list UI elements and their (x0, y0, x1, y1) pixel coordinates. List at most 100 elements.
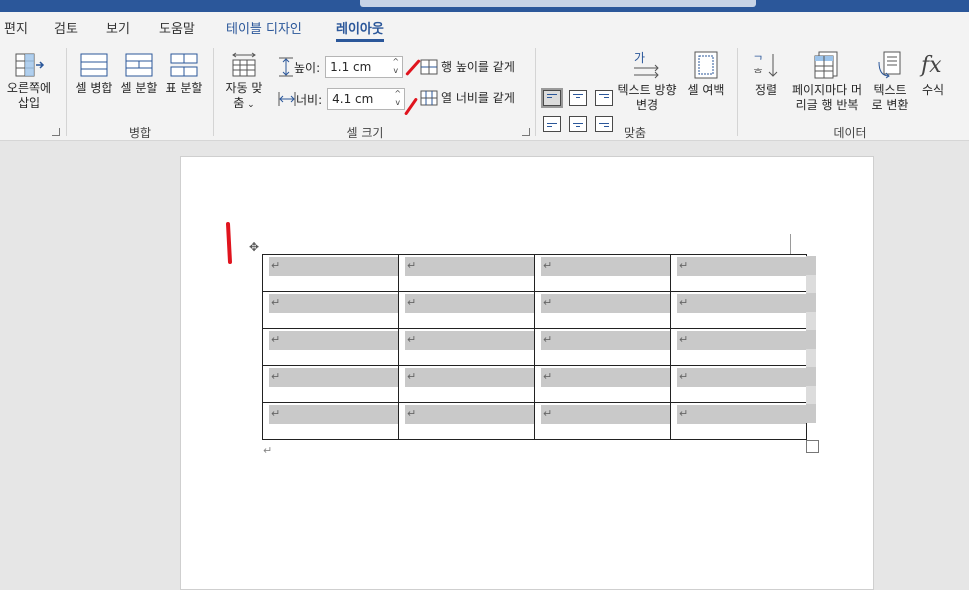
cell-size-launcher-icon[interactable] (522, 128, 530, 136)
column-width-icon (278, 92, 296, 106)
row-end-mark (806, 404, 816, 423)
table-cell[interactable]: ↵ (262, 254, 399, 292)
autofit-button[interactable]: 자동 맞 춤 ⌄ (221, 52, 267, 113)
table-cell[interactable]: ↵ (398, 254, 535, 292)
paragraph-mark-icon: ↵ (271, 259, 281, 272)
paragraph-mark-icon: ↵ (679, 407, 689, 420)
convert-to-text-icon (878, 51, 901, 79)
table-cell[interactable]: ↵ (398, 402, 535, 440)
spinner-arrows-icon[interactable]: ^ v (394, 89, 401, 107)
spinner-arrows-icon[interactable]: ^ v (392, 57, 399, 75)
table-cell[interactable]: ↵ (534, 328, 671, 366)
insert-right-button[interactable]: 오른쪽에 삽입 (4, 52, 54, 111)
text-direction-icon: 가 (634, 51, 659, 79)
table-cell[interactable]: ↵ (534, 291, 671, 329)
paragraph-mark-icon: ↵ (407, 407, 417, 420)
repeat-header-rows-button[interactable]: 페이지마다 머 리글 행 반복 (788, 50, 866, 113)
table-cell[interactable]: ↵ (262, 328, 399, 366)
table-cell[interactable]: ↵ (262, 291, 399, 329)
text-direction-label-2: 변경 (635, 98, 659, 112)
table-cell[interactable]: ↵ (398, 291, 535, 329)
repeat-header-label-1: 페이지마다 머 (791, 83, 863, 97)
table-cell[interactable]: ↵ (262, 402, 399, 440)
distribute-rows-label: 행 높이를 같게 (441, 60, 515, 74)
formula-button[interactable]: fx 수식 (916, 50, 950, 98)
cell-margins-button[interactable]: 셀 여백 (684, 50, 728, 98)
align-middle-center-button[interactable] (569, 116, 587, 132)
distribute-cols-label: 열 너비를 같게 (441, 91, 515, 105)
table-cell[interactable]: ↵ (670, 365, 807, 403)
split-table-icon (170, 53, 198, 77)
sort-icon: ᄀ ᄒ (753, 54, 778, 80)
tab-layout[interactable]: 레이아웃 (336, 18, 384, 42)
paragraph-mark-icon: ↵ (679, 370, 689, 383)
table-cell[interactable]: ↵ (670, 402, 807, 440)
autofit-icon (232, 52, 256, 77)
repeat-header-label-2: 리글 행 반복 (795, 98, 859, 112)
paragraph-mark-icon: ↵ (407, 370, 417, 383)
formula-fx-icon: fx (919, 53, 942, 78)
row-end-mark (806, 293, 816, 312)
align-top-center-button[interactable] (569, 90, 587, 106)
table-cell[interactable]: ↵ (262, 365, 399, 403)
rows-cols-launcher-icon[interactable] (52, 128, 60, 136)
separator (535, 48, 536, 136)
formula-label: 수식 (921, 83, 945, 97)
paragraph-mark-icon: ↵ (679, 296, 689, 309)
table-cell[interactable]: ↵ (534, 402, 671, 440)
autofit-label-1: 자동 맞 (225, 81, 263, 95)
table-cell[interactable]: ↵ (670, 291, 807, 329)
paragraph-mark-icon: ↵ (679, 259, 689, 272)
table-cell[interactable]: ↵ (534, 365, 671, 403)
insert-right-label-1: 오른쪽에 (6, 81, 52, 95)
text-direction-button[interactable]: 가 텍스트 방향 변경 (614, 50, 680, 113)
cell-margins-icon (694, 51, 718, 79)
split-cells-button[interactable]: 셀 분할 (118, 52, 160, 96)
table-move-handle-icon[interactable]: ✥ (247, 240, 261, 254)
align-top-left-button[interactable] (541, 88, 563, 108)
sort-button[interactable]: ᄀ ᄒ 정렬 (748, 50, 784, 98)
distribute-rows-icon (420, 59, 438, 74)
convert-to-text-button[interactable]: 텍스트 로 변환 (866, 50, 914, 113)
column-width-spinner[interactable]: 4.1 cm ^ v (327, 88, 406, 110)
table-cell[interactable]: ↵ (398, 365, 535, 403)
tab-help[interactable]: 도움말 (159, 18, 195, 37)
split-table-button[interactable]: 표 분할 (163, 52, 205, 96)
table-row: ↵ ↵ ↵ ↵ (262, 365, 807, 403)
paragraph-mark-icon: ↵ (407, 296, 417, 309)
chevron-down-icon: ⌄ (244, 100, 255, 110)
paragraph-mark-icon: ↵ (271, 296, 281, 309)
sort-label: 정렬 (754, 83, 778, 97)
align-top-right-button[interactable] (595, 90, 613, 106)
paragraph-mark-icon: ↵ (407, 259, 417, 272)
row-end-mark (806, 367, 816, 386)
tab-review[interactable]: 검토 (54, 18, 78, 37)
distribute-rows-button[interactable]: 행 높이를 같게 (420, 58, 515, 75)
ribbon-tabs: 편지 검토 보기 도움말 테이블 디자인 레이아웃 (0, 12, 969, 42)
row-height-spinner[interactable]: 1.1 cm ^ v (325, 56, 404, 78)
insert-right-label-2: 삽입 (17, 96, 41, 110)
tab-table-design[interactable]: 테이블 디자인 (226, 18, 302, 37)
svg-text:fx: fx (919, 53, 942, 78)
title-bar (0, 0, 969, 12)
separator (66, 48, 67, 136)
autofit-label-2: 춤 (233, 96, 245, 110)
height-row: 높이: 1.1 cm ^ v (278, 56, 404, 78)
paragraph-mark-icon: ↵ (679, 333, 689, 346)
table-cell[interactable]: ↵ (398, 328, 535, 366)
table-cell[interactable]: ↵ (670, 254, 807, 292)
table-resize-handle[interactable] (806, 440, 819, 453)
table-cell[interactable]: ↵ (670, 328, 807, 366)
convert-to-text-label-1: 텍스트 (873, 83, 907, 97)
tab-mailings[interactable]: 편지 (4, 18, 28, 37)
align-middle-left-button[interactable] (543, 116, 561, 132)
search-box[interactable] (360, 0, 756, 7)
table-cell[interactable]: ↵ (534, 254, 671, 292)
word-table[interactable]: ↵ ↵ ↵ ↵ ↵ ↵ ↵ ↵ ↵ ↵ ↵ ↵ ↵ ↵ ↵ ↵ ↵ ↵ ↵ ↵ (262, 254, 807, 440)
tab-view[interactable]: 보기 (106, 18, 130, 37)
distribute-cols-button[interactable]: 열 너비를 같게 (420, 89, 515, 106)
split-cells-label: 셀 분할 (120, 81, 158, 95)
cell-size-group-label: 셀 크기 (346, 126, 384, 140)
merge-cells-button[interactable]: 셀 병합 (73, 52, 115, 96)
alignment-group-label: 맞춤 (623, 126, 647, 140)
